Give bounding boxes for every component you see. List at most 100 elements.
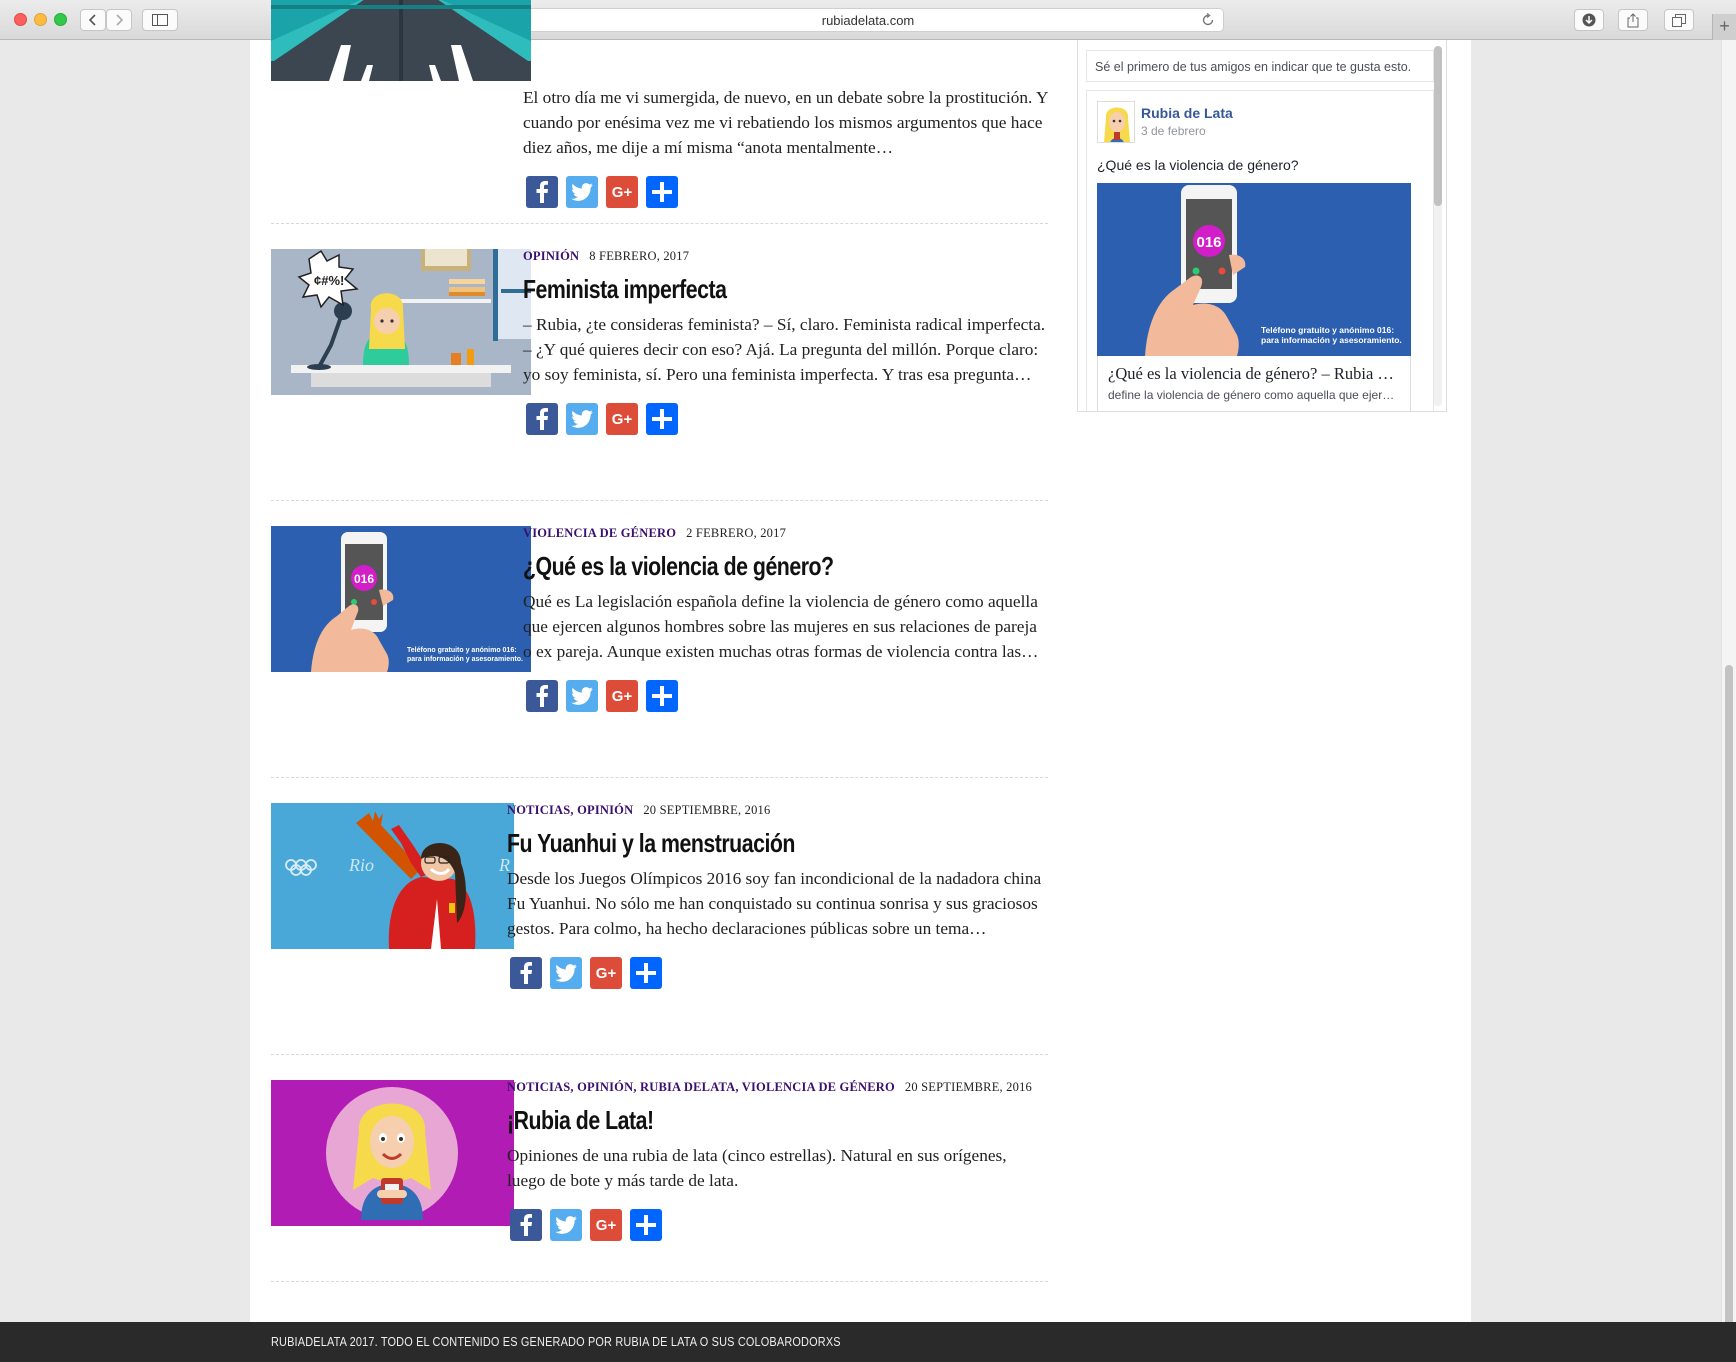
post-divider — [271, 500, 1048, 501]
post-item: 016 Teléfono gratuito y anónimo 016: par… — [271, 526, 1048, 776]
post-categories[interactable]: Noticias, Opinión, Rubia delata, Violenc… — [507, 1080, 895, 1094]
post-categories[interactable]: Violencia de género — [523, 526, 676, 540]
twitter-icon — [555, 964, 577, 982]
facebook-share-button[interactable] — [526, 403, 558, 435]
facebook-link-preview[interactable]: ¿Qué es la violencia de género? – Rubia … — [1097, 356, 1411, 411]
post-excerpt: El otro día me vi sumergida, de nuevo, e… — [523, 88, 1048, 157]
download-icon — [1582, 13, 1596, 27]
post-item: ¢#%! Opinión 8 febrero, 2017 Feminista im… — [271, 249, 1048, 499]
post-title[interactable]: Feminista imperfecta — [523, 273, 954, 305]
post-title[interactable]: ¡Rubia de Lata! — [507, 1104, 951, 1136]
share-buttons: G+ — [526, 176, 1048, 208]
post-excerpt: Opiniones de una rubia de lata (cinco es… — [507, 1146, 1007, 1190]
facebook-share-button[interactable] — [510, 1209, 542, 1241]
page-scrollbar-thumb[interactable] — [1725, 665, 1733, 1355]
post-title[interactable]: ¿Qué es la violencia de género? — [523, 550, 954, 582]
google-plus-share-button[interactable]: G+ — [606, 403, 638, 435]
post-excerpt: Desde los Juegos Olímpicos 2016 soy fan … — [507, 869, 1042, 938]
twitter-icon — [571, 410, 593, 428]
facebook-icon — [520, 1214, 532, 1236]
post-thumbnail[interactable]: ¢#%! — [271, 249, 531, 395]
page-container: El otro día me vi sumergida, de nuevo, e… — [250, 0, 1471, 1322]
post-divider — [271, 777, 1048, 778]
reload-icon[interactable] — [1201, 13, 1215, 27]
post-meta: Violencia de género 2 febrero, 2017 — [523, 526, 1048, 544]
avatar[interactable] — [1097, 101, 1135, 143]
twitter-icon — [555, 1216, 577, 1234]
facebook-share-button[interactable] — [510, 957, 542, 989]
close-window-button[interactable] — [14, 13, 27, 26]
post-meta: Noticias, Opinión 20 septiembre, 2016 — [507, 803, 1048, 821]
google-plus-icon: G+ — [611, 687, 633, 705]
phone-caption-1: Teléfono gratuito y anónimo 016: — [407, 647, 517, 654]
twitter-share-button[interactable] — [566, 176, 598, 208]
facebook-post-image[interactable]: 016 Teléfono gratuito y anónimo 016: par… — [1097, 183, 1411, 356]
post-excerpt: Qué es La legislación española define la… — [523, 592, 1039, 661]
share-page-button[interactable] — [1618, 9, 1648, 31]
post-item: Noticias, Opinión, Rubia delata, Violenc… — [271, 1080, 1048, 1305]
facebook-share-button[interactable] — [526, 176, 558, 208]
twitter-share-button[interactable] — [550, 1209, 582, 1241]
plus-icon — [636, 963, 656, 983]
post-date: 20 septiembre, 2016 — [643, 803, 771, 817]
phone-number-label: 016 — [1196, 234, 1221, 251]
google-plus-share-button[interactable]: G+ — [606, 680, 638, 712]
phone-caption-1: Teléfono gratuito y anónimo 016: — [1261, 325, 1394, 335]
plus-icon — [636, 1215, 656, 1235]
twitter-share-button[interactable] — [566, 403, 598, 435]
forward-button[interactable] — [106, 9, 132, 31]
google-plus-share-button[interactable]: G+ — [590, 1209, 622, 1241]
google-plus-share-button[interactable]: G+ — [590, 957, 622, 989]
plus-icon — [652, 409, 672, 429]
post-thumbnail[interactable] — [271, 1080, 514, 1226]
post-excerpt: – Rubia, ¿te consideras feminista? – Sí,… — [523, 315, 1046, 384]
addtoany-share-button[interactable] — [646, 176, 678, 208]
addtoany-share-button[interactable] — [630, 1209, 662, 1241]
plus-icon — [652, 686, 672, 706]
facebook-link-title[interactable]: ¿Qué es la violencia de género? – Rubia … — [1108, 364, 1400, 384]
page-scrollbar[interactable] — [1721, 40, 1736, 1355]
twitter-share-button[interactable] — [566, 680, 598, 712]
share-icon — [1627, 12, 1639, 27]
addtoany-share-button[interactable] — [646, 680, 678, 712]
google-plus-icon: G+ — [611, 410, 633, 428]
post-categories[interactable]: Opinión — [523, 249, 579, 263]
addtoany-share-button[interactable] — [646, 403, 678, 435]
addtoany-share-button[interactable] — [630, 957, 662, 989]
tabs-overview-button[interactable] — [1664, 9, 1694, 31]
post-thumbnail[interactable]: Rio R — [271, 803, 514, 949]
minimize-window-button[interactable] — [34, 13, 47, 26]
post-divider — [271, 223, 1048, 224]
back-button[interactable] — [80, 9, 106, 31]
facebook-page-name[interactable]: Rubia de Lata — [1141, 105, 1233, 121]
post-thumbnail[interactable]: 016 Teléfono gratuito y anónimo 016: par… — [271, 526, 531, 672]
downloads-button[interactable] — [1574, 9, 1604, 31]
facebook-post-date[interactable]: 3 de febrero — [1141, 124, 1206, 138]
twitter-share-button[interactable] — [550, 957, 582, 989]
post-item: Rio R Noticias, Opinión 20 septiembre, 20… — [271, 803, 1048, 1053]
facebook-icon — [536, 181, 548, 203]
post-title[interactable]: Fu Yuanhui y la menstruación — [507, 827, 951, 859]
post-thumbnail[interactable] — [271, 0, 531, 81]
post-meta: Opinión 8 febrero, 2017 — [523, 249, 1048, 267]
comic-symbols: ¢#%! — [314, 273, 344, 288]
post-date: 20 septiembre, 2016 — [904, 1080, 1032, 1094]
facebook-post: Rubia de Lata 3 de febrero ¿Qué es la vi… — [1086, 90, 1434, 411]
facebook-link-description: define la violencia de género como aquel… — [1108, 388, 1400, 402]
post-divider — [271, 1054, 1048, 1055]
sidebar-toggle-button[interactable] — [142, 9, 178, 31]
google-plus-share-button[interactable]: G+ — [606, 176, 638, 208]
google-plus-icon: G+ — [595, 1216, 617, 1234]
facebook-icon — [520, 962, 532, 984]
new-tab-button[interactable]: + — [1712, 14, 1736, 40]
post-categories[interactable]: Noticias, Opinión — [507, 803, 633, 817]
facebook-share-button[interactable] — [526, 680, 558, 712]
google-plus-icon: G+ — [595, 964, 617, 982]
twitter-icon — [571, 183, 593, 201]
share-buttons: G+ — [510, 957, 1048, 989]
facebook-friends-like-notice: Sé el primero de tus amigos en indicar q… — [1086, 50, 1434, 82]
zoom-window-button[interactable] — [54, 13, 67, 26]
facebook-widget-scrollbar-thumb[interactable] — [1434, 46, 1442, 206]
facebook-post-text: ¿Qué es la violencia de género? — [1097, 157, 1299, 173]
phone-caption-2: para información y asesoramiento. — [1261, 335, 1402, 345]
